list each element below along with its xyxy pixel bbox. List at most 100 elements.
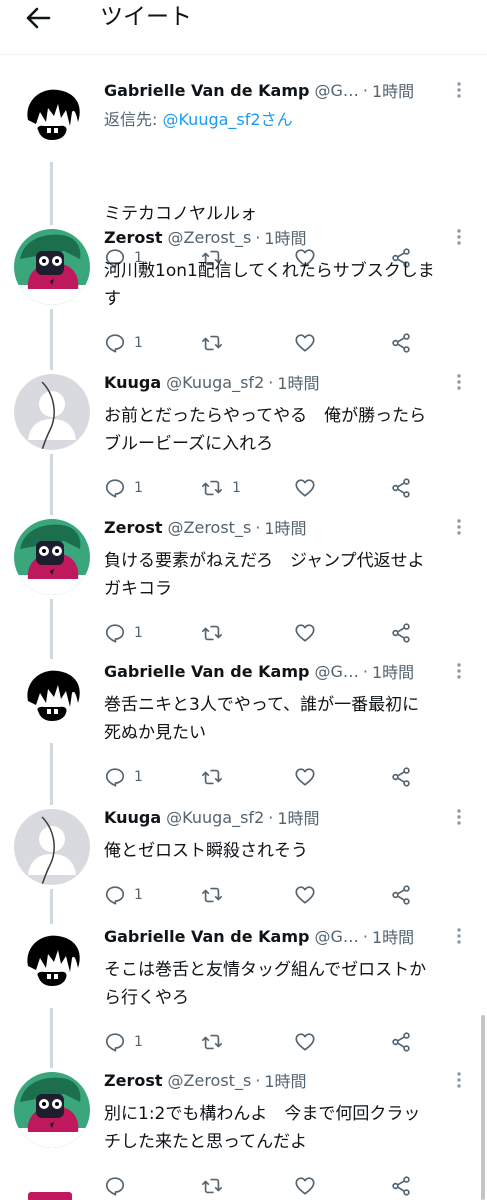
tweet-item[interactable]: Gabrielle Van de Kamp @G… · 1時間 返信先: @Kuuga_… — [0, 78, 487, 268]
tweet-item[interactable]: Gabrielle Van de Kamp @G… · 1時間 巻舌ニキと3人でやって、… — [0, 659, 487, 805]
like-button[interactable] — [294, 331, 324, 355]
display-name[interactable]: Zerost — [104, 518, 163, 537]
user-handle[interactable]: @Kuuga_sf2 — [166, 373, 264, 392]
timestamp[interactable]: 1時間 — [277, 805, 319, 829]
tweet-item[interactable]: Gabrielle Van de Kamp @G… · 1時間 そこは巻舌と友情タッグ組… — [0, 924, 487, 1068]
more-button[interactable] — [449, 517, 469, 537]
user-handle[interactable]: @G… — [314, 81, 358, 100]
separator-dot: · — [268, 807, 274, 827]
tweet-text: そこは巻舌と友情タッグ組んでゼロストか ら行くやろ — [104, 960, 427, 1008]
avatar[interactable] — [14, 82, 90, 158]
share-button[interactable] — [390, 331, 412, 355]
share-button[interactable] — [390, 621, 412, 645]
display-name[interactable]: Gabrielle Van de Kamp — [104, 927, 309, 946]
reply-count: 1 — [134, 625, 143, 641]
display-name[interactable]: Gabrielle Van de Kamp — [104, 81, 309, 100]
more-vertical-icon — [457, 519, 461, 535]
share-icon — [392, 885, 410, 905]
avatar[interactable] — [14, 519, 90, 595]
more-button[interactable] — [449, 807, 469, 827]
tweet-item[interactable]: Zerost @Zerost_s · 1時間別に1:2でも構わんよ 今まで何回クラッ … — [0, 1068, 487, 1200]
avatar[interactable] — [14, 229, 90, 305]
share-icon — [392, 333, 410, 353]
share-button[interactable] — [390, 476, 412, 500]
retweet-button[interactable]: 1 — [200, 476, 241, 500]
separator-dot: · — [255, 1070, 261, 1090]
user-handle[interactable]: @Kuuga_sf2 — [166, 808, 264, 827]
tweet-item[interactable]: Zerost @Zerost_s · 1時間 河川敷1on1配信してくれたらサブスクしま… — [0, 225, 487, 370]
timestamp[interactable]: 1時間 — [277, 370, 319, 394]
tweet-item[interactable]: Kuuga @Kuuga_sf2 · 1時間 俺とゼロスト瞬殺されそう 1 — [0, 805, 487, 924]
user-handle[interactable]: @G… — [314, 662, 358, 681]
avatar[interactable] — [14, 374, 90, 450]
avatar[interactable] — [14, 1072, 90, 1148]
like-button[interactable] — [294, 883, 324, 907]
more-button[interactable] — [449, 227, 469, 247]
like-button[interactable] — [294, 765, 324, 789]
display-name[interactable]: Kuuga — [104, 373, 161, 392]
user-handle[interactable]: @G… — [314, 927, 358, 946]
tweet-header: Gabrielle Van de Kamp @G… · 1時間 — [104, 924, 473, 948]
tweet-text: 別に1:2でも構わんよ 今まで何回クラッ チした来たと思ってんだよ — [104, 1104, 421, 1152]
timestamp[interactable]: 1時間 — [264, 225, 306, 249]
timestamp[interactable]: 1時間 — [372, 924, 414, 948]
like-button[interactable] — [294, 1174, 324, 1198]
tweet-header: Zerost @Zerost_s · 1時間 — [104, 515, 473, 539]
avatar[interactable] — [14, 663, 90, 739]
reply-button[interactable] — [104, 1174, 134, 1198]
reply-button[interactable]: 1 — [104, 476, 143, 500]
more-button[interactable] — [449, 1070, 469, 1090]
back-button[interactable] — [22, 4, 54, 32]
like-button[interactable] — [294, 1030, 324, 1054]
display-name[interactable]: Kuuga — [104, 808, 161, 827]
user-handle[interactable]: @Zerost_s — [168, 1071, 252, 1090]
timestamp[interactable]: 1時間 — [264, 515, 306, 539]
tweet-item[interactable]: Kuuga @Kuuga_sf2 · 1時間 お前とだったらやってやる 俺が勝ったら ブ… — [0, 370, 487, 515]
reply-button[interactable]: 1 — [104, 1030, 143, 1054]
more-button[interactable] — [449, 80, 469, 100]
more-button[interactable] — [449, 372, 469, 392]
retweet-button[interactable] — [200, 331, 232, 355]
user-handle[interactable]: @Zerost_s — [168, 228, 252, 247]
retweet-button[interactable] — [200, 883, 232, 907]
tweet-header: Kuuga @Kuuga_sf2 · 1時間 — [104, 370, 473, 394]
heart-icon — [295, 1033, 315, 1051]
reply-count: 1 — [134, 887, 143, 903]
like-button[interactable] — [294, 621, 324, 645]
reply-button[interactable]: 1 — [104, 621, 143, 645]
avatar[interactable] — [14, 809, 90, 885]
retweet-button[interactable] — [200, 765, 232, 789]
scrollbar[interactable] — [481, 1015, 485, 1200]
top-bar: ツイート — [0, 0, 487, 55]
timestamp[interactable]: 1時間 — [264, 1068, 306, 1092]
retweet-button[interactable] — [200, 1030, 232, 1054]
reply-count: 1 — [134, 769, 143, 785]
more-button[interactable] — [449, 661, 469, 681]
reply-button[interactable]: 1 — [104, 883, 143, 907]
reply-to-mention[interactable]: @Kuuga_sf2さん — [162, 110, 292, 129]
reply-count: 1 — [134, 1034, 143, 1050]
retweet-button[interactable] — [200, 1174, 232, 1198]
tweet-actions: 1 — [104, 331, 424, 355]
timestamp[interactable]: 1時間 — [372, 78, 414, 102]
retweet-icon — [202, 1034, 222, 1050]
display-name[interactable]: Zerost — [104, 1071, 163, 1090]
share-button[interactable] — [390, 1030, 412, 1054]
display-name[interactable]: Zerost — [104, 228, 163, 247]
tweet-header: Gabrielle Van de Kamp @G… · 1時間 — [104, 659, 473, 683]
share-button[interactable] — [390, 765, 412, 789]
more-vertical-icon — [457, 82, 461, 98]
reply-button[interactable]: 1 — [104, 331, 143, 355]
more-button[interactable] — [449, 926, 469, 946]
display-name[interactable]: Gabrielle Van de Kamp — [104, 662, 309, 681]
retweet-button[interactable] — [200, 621, 232, 645]
tweet-item[interactable]: Zerost @Zerost_s · 1時間 負ける要素がねえだろ ジャンプ代返せよ ガ… — [0, 515, 487, 659]
timestamp[interactable]: 1時間 — [372, 659, 414, 683]
reply-button[interactable]: 1 — [104, 765, 143, 789]
share-button[interactable] — [390, 1174, 412, 1198]
like-button[interactable] — [294, 476, 324, 500]
avatar[interactable] — [14, 928, 90, 1004]
user-handle[interactable]: @Zerost_s — [168, 518, 252, 537]
reply-to-label: 返信先: — [104, 110, 163, 129]
share-button[interactable] — [390, 883, 412, 907]
